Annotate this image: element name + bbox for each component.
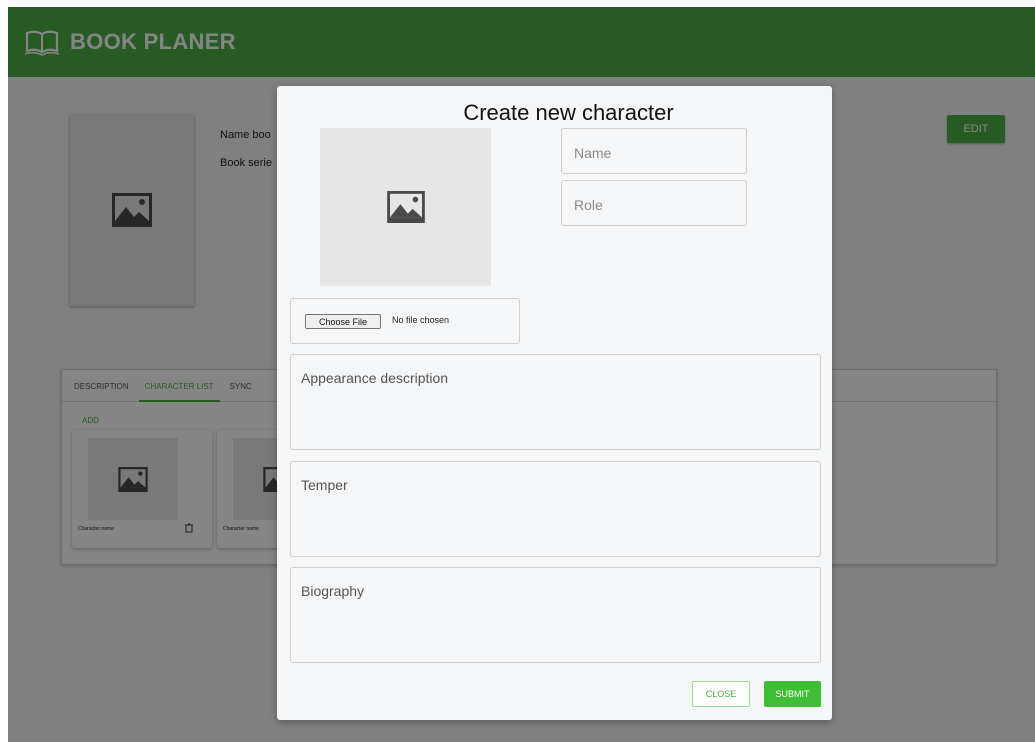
- role-placeholder: Role: [574, 197, 603, 213]
- file-upload-field: Choose File No file chosen: [290, 298, 520, 344]
- temper-textarea[interactable]: Temper: [290, 461, 821, 557]
- name-placeholder: Name: [574, 145, 612, 161]
- role-input[interactable]: Role: [561, 180, 747, 226]
- create-character-dialog: Create new character Name Role Choose Fi…: [277, 86, 832, 720]
- image-placeholder-icon: [386, 191, 425, 223]
- biography-placeholder: Biography: [301, 583, 365, 599]
- name-input[interactable]: Name: [561, 128, 747, 174]
- dialog-title: Create new character: [463, 100, 674, 125]
- character-image-preview: [320, 128, 491, 286]
- submit-button[interactable]: SUBMIT: [764, 681, 821, 707]
- appearance-textarea[interactable]: Appearance description: [290, 354, 821, 450]
- appearance-placeholder: Appearance description: [301, 370, 449, 386]
- close-button[interactable]: CLOSE: [692, 681, 750, 707]
- choose-file-button[interactable]: Choose File: [305, 314, 381, 329]
- temper-placeholder: Temper: [301, 477, 348, 493]
- no-file-label: No file chosen: [392, 315, 450, 325]
- biography-textarea[interactable]: Biography: [290, 567, 821, 663]
